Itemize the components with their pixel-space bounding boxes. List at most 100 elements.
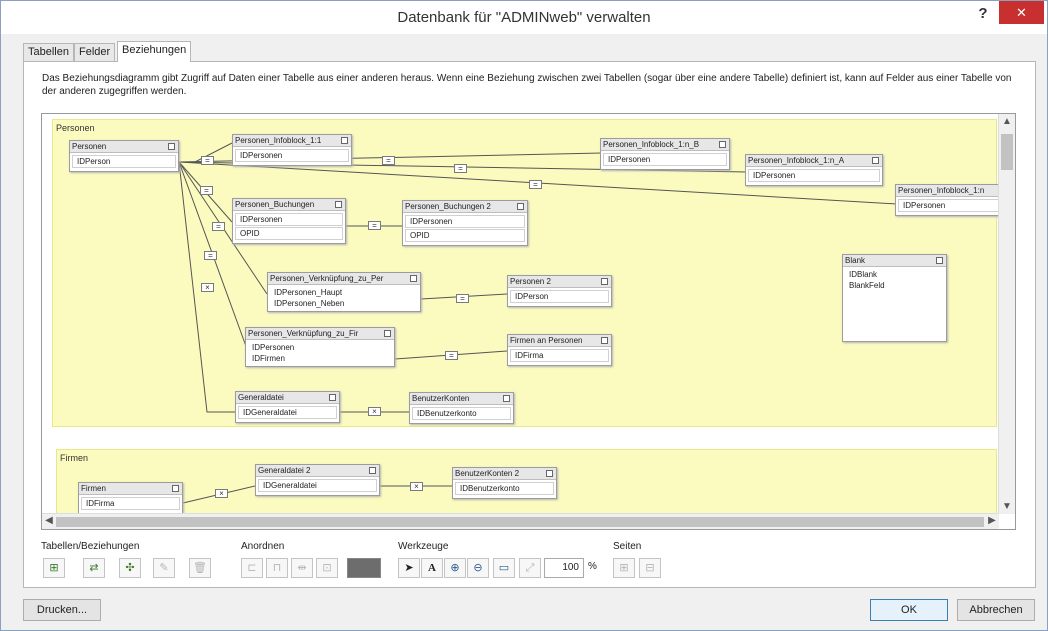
table-field[interactable]: IDPersonen [898,199,999,212]
relation-symbol[interactable]: × [201,283,214,292]
table-field[interactable]: IDPersonen [405,215,525,228]
table-personen-verknuepfung-zu-per[interactable]: Personen_Verknüpfung_zu_Per IDPersonen_H… [267,272,421,312]
table-personen-buchungen-2[interactable]: Personen_Buchungen 2 IDPersonen OPID [402,200,528,246]
vertical-scroll-thumb[interactable] [1001,134,1013,170]
relation-symbol[interactable]: = [382,156,395,165]
zoom-in-icon[interactable]: ⊕ [444,558,466,578]
table-field[interactable]: IDPerson [72,155,176,168]
relation-symbol[interactable]: = [368,221,381,230]
table-field[interactable]: IDPersonen [248,342,392,353]
table-firmen-an-personen[interactable]: Firmen an Personen IDFirma [507,334,612,366]
collapse-icon[interactable] [601,278,608,285]
relation-symbol[interactable]: × [215,489,228,498]
color-picker-button[interactable] [347,558,381,578]
scroll-down-icon[interactable]: ▼ [1000,501,1014,512]
table-personen-2[interactable]: Personen 2 IDPerson [507,275,612,307]
table-field[interactable]: OPID [235,227,343,240]
scroll-left-icon[interactable]: ◀ [42,515,56,526]
help-button[interactable]: ? [971,5,995,27]
table-personen-infoblock-1n[interactable]: Personen_Infoblock_1:n IDPersonen [895,184,999,216]
table-benutzerkonten-2[interactable]: BenutzerKonten 2 IDBenutzerkonto [452,467,557,499]
table-field[interactable]: IDPersonen [235,213,343,226]
table-field[interactable]: IDFirma [510,349,609,362]
table-benutzerkonten[interactable]: BenutzerKonten IDBenutzerkonto [409,392,514,424]
collapse-icon[interactable] [410,275,417,282]
table-field[interactable]: IDGeneraldatei [238,406,337,419]
collapse-icon[interactable] [719,141,726,148]
table-field[interactable]: IDFirmen [248,353,392,364]
collapse-icon[interactable] [329,394,336,401]
cancel-button[interactable]: Abbrechen [957,599,1035,621]
relation-symbol[interactable]: = [200,186,213,195]
resize-icon[interactable]: ⊡ [316,558,338,578]
table-field[interactable]: BlankFeld [845,280,944,291]
collapse-icon[interactable] [369,467,376,474]
relation-symbol[interactable]: = [445,351,458,360]
collapse-icon[interactable] [172,485,179,492]
relation-symbol[interactable]: = [201,156,214,165]
fit-window-icon[interactable]: ▭ [493,558,515,578]
scroll-up-icon[interactable]: ▲ [1000,116,1014,127]
collapse-icon[interactable] [872,157,879,164]
print-button[interactable]: Drucken... [23,599,101,621]
scroll-right-icon[interactable]: ▶ [985,515,999,526]
horizontal-scrollbar[interactable]: ◀ ▶ [42,513,999,529]
collapse-icon[interactable] [335,201,342,208]
zoom-input[interactable]: 100 [544,558,584,578]
fit-selection-icon[interactable]: ⤢ [519,558,541,578]
ok-button[interactable]: OK [870,599,948,621]
align-top-icon[interactable]: ⊓ [266,558,288,578]
tab-tabellen[interactable]: Tabellen [23,43,74,61]
table-field[interactable]: IDPersonen_Neben [270,298,418,309]
add-relationship-icon[interactable]: ⇄ [83,558,105,578]
add-table-icon[interactable]: ⊞ [43,558,65,578]
table-field[interactable]: IDGeneraldatei [258,479,377,492]
relation-symbol[interactable]: × [368,407,381,416]
relationship-diagram[interactable]: Personen Firmen = = = = = = = = × = = × … [41,113,1016,530]
table-personen-verknuepfung-zu-fir[interactable]: Personen_Verknüpfung_zu_Fir IDPersonen I… [245,327,395,367]
table-firmen[interactable]: Firmen IDFirma [78,482,183,514]
table-field[interactable]: IDPersonen [603,153,727,166]
table-field[interactable]: IDBenutzerkonto [412,407,511,420]
vertical-scrollbar[interactable]: ▲ ▼ [998,114,1015,514]
table-field[interactable]: IDBlank [845,269,944,280]
zoom-out-icon[interactable]: ⊖ [467,558,489,578]
collapse-icon[interactable] [936,257,943,264]
distribute-icon[interactable]: ⇹ [291,558,313,578]
collapse-icon[interactable] [168,143,175,150]
relation-symbol[interactable]: × [410,482,423,491]
table-field[interactable]: IDPerson [510,290,609,303]
tab-beziehungen[interactable]: Beziehungen [117,41,192,62]
close-button[interactable]: ✕ [999,1,1044,24]
relation-symbol[interactable]: = [529,180,542,189]
page-break-icon[interactable]: ⊟ [639,558,661,578]
collapse-icon[interactable] [601,337,608,344]
table-personen-buchungen[interactable]: Personen_Buchungen IDPersonen OPID [232,198,346,244]
table-field[interactable]: OPID [405,229,525,242]
table-personen-infoblock-1n-a[interactable]: Personen_Infoblock_1:n_A IDPersonen [745,154,883,186]
table-generaldatei-2[interactable]: Generaldatei 2 IDGeneraldatei [255,464,380,496]
duplicate-icon[interactable]: ✣ [119,558,141,578]
collapse-icon[interactable] [384,330,391,337]
table-field[interactable]: IDPersonen [235,149,349,162]
collapse-icon[interactable] [341,137,348,144]
table-personen[interactable]: Personen IDPerson [69,140,179,172]
diagram-canvas[interactable]: Personen Firmen = = = = = = = = × = = × … [42,114,999,514]
relation-symbol[interactable]: = [454,164,467,173]
table-field[interactable]: IDBenutzerkonto [455,482,554,495]
collapse-icon[interactable] [517,203,524,210]
table-field[interactable]: IDPersonen [748,169,880,182]
collapse-icon[interactable] [546,470,553,477]
text-tool-icon[interactable]: A [421,558,443,578]
delete-icon[interactable]: 🗑 [189,558,211,578]
tab-felder[interactable]: Felder [74,43,116,61]
pointer-tool-icon[interactable]: ➤ [398,558,420,578]
page-setup-icon[interactable]: ⊞ [613,558,635,578]
horizontal-scroll-thumb[interactable] [56,517,984,527]
collapse-icon[interactable] [503,395,510,402]
table-field[interactable]: IDFirma [81,497,180,510]
table-blank[interactable]: Blank IDBlank BlankFeld [842,254,947,342]
relation-symbol[interactable]: = [204,251,217,260]
table-generaldatei[interactable]: Generaldatei IDGeneraldatei [235,391,340,423]
relation-symbol[interactable]: = [212,222,225,231]
